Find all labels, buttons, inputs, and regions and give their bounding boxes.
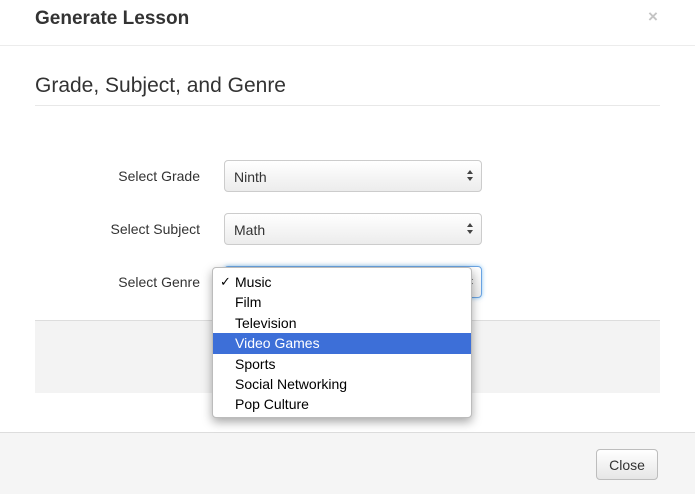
genre-dropdown-list[interactable]: ✓ Music Film Television Video Games Spor… [212, 267, 472, 418]
close-button[interactable]: Close [596, 449, 658, 480]
subject-label: Select Subject [110, 221, 201, 237]
subject-select[interactable]: Math [224, 213, 482, 245]
dropdown-option-sports[interactable]: Sports [213, 354, 471, 374]
modal-title: Generate Lesson [35, 8, 190, 29]
grade-select-value: Ninth [234, 169, 267, 185]
section-divider [35, 105, 660, 106]
select-arrows-icon [461, 161, 481, 191]
subject-select-value: Math [234, 222, 266, 238]
section-title: Grade, Subject, and Genre [35, 74, 286, 97]
dropdown-option-film[interactable]: Film [213, 292, 471, 312]
close-icon[interactable]: × [645, 8, 661, 26]
select-arrows-icon [461, 214, 481, 244]
grade-label: Select Grade [118, 168, 200, 184]
dropdown-option-video-games[interactable]: Video Games [213, 333, 471, 354]
modal-header: Generate Lesson × [0, 0, 695, 46]
genre-label: Select Genre [118, 274, 200, 290]
dropdown-option-pop-culture[interactable]: Pop Culture [213, 394, 471, 414]
dropdown-option-social-networking[interactable]: Social Networking [213, 374, 471, 394]
modal-footer [0, 432, 695, 494]
dropdown-option-music[interactable]: ✓ Music [213, 272, 471, 292]
grade-select[interactable]: Ninth [224, 160, 482, 192]
checkmark-icon: ✓ [220, 274, 231, 289]
dropdown-option-television[interactable]: Television [213, 313, 471, 333]
